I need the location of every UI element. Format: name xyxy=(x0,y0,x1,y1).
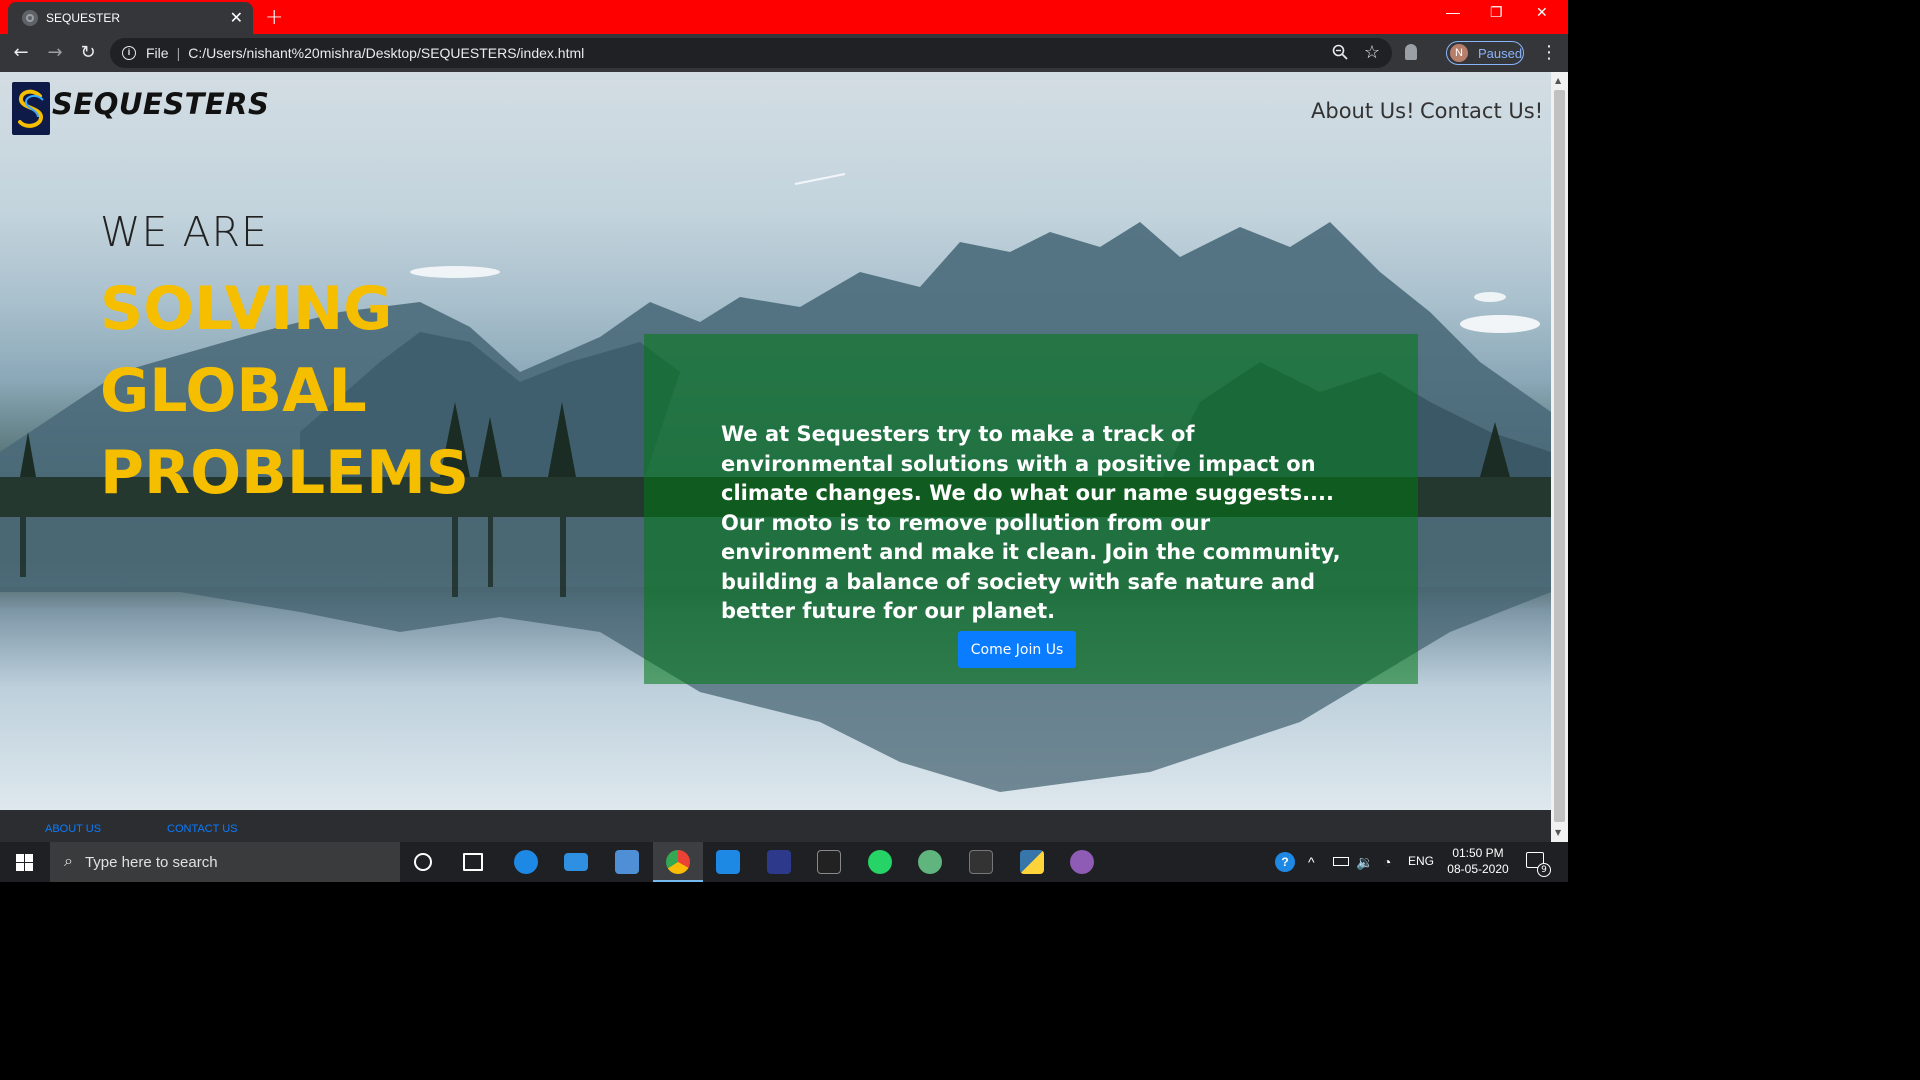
taskbar-search[interactable]: ⌕ Type here to search xyxy=(50,842,400,882)
hero-line-solving: SOLVING xyxy=(100,274,393,344)
battery-icon[interactable] xyxy=(1333,857,1349,866)
atom-icon[interactable] xyxy=(918,850,942,874)
page-viewport: SEQUESTERS About Us! Contact Us! WE ARE … xyxy=(0,72,1551,842)
language-indicator[interactable]: ENG xyxy=(1408,854,1434,868)
notification-count: 9 xyxy=(1537,863,1551,877)
page-scrollbar[interactable]: ▲ ▼ xyxy=(1551,72,1568,842)
scrollbar-thumb[interactable] xyxy=(1554,90,1565,822)
footer-about-us-link[interactable]: ABOUT US xyxy=(45,823,101,835)
terminal-icon[interactable] xyxy=(817,850,841,874)
nav-contact-us[interactable]: Contact Us! xyxy=(1420,99,1543,123)
page-footer: ABOUT US CONTACT US xyxy=(0,810,1551,842)
task-view-icon[interactable] xyxy=(463,853,483,871)
window-close-icon[interactable]: ✕ xyxy=(1536,4,1548,21)
edge-icon[interactable] xyxy=(514,850,538,874)
windows-start-icon[interactable] xyxy=(16,854,33,871)
windows-taskbar: ⌕ Type here to search ? ^ 🔉 ◔ ENG 01:50 … xyxy=(0,842,1568,882)
hero-line-problems: PROBLEMS xyxy=(100,438,470,508)
hero-we-are: WE ARE xyxy=(100,208,268,256)
browser-menu-icon[interactable]: ⋮ xyxy=(1540,42,1558,63)
clock-time: 01:50 PM xyxy=(1452,846,1504,860)
footer-contact-us-link[interactable]: CONTACT US xyxy=(167,823,238,835)
hero-headline: SOLVING GLOBAL PROBLEMS xyxy=(100,268,469,514)
come-join-us-button[interactable]: Come Join Us xyxy=(958,631,1076,668)
scroll-up-icon[interactable]: ▲ xyxy=(1555,76,1561,85)
extension-icon[interactable] xyxy=(1405,44,1417,60)
vscode-icon[interactable] xyxy=(716,850,740,874)
search-icon: ⌕ xyxy=(64,853,73,870)
forward-arrow-icon[interactable]: → xyxy=(44,42,66,64)
reload-icon[interactable]: ↻ xyxy=(77,42,99,64)
clock-date: 08-05-2020 xyxy=(1447,862,1509,876)
address-url[interactable]: C:/Users/nishant%20mishra/Desktop/SEQUES… xyxy=(188,45,584,61)
hero-line-global: GLOBAL xyxy=(100,356,367,426)
sequesters-logo[interactable] xyxy=(12,82,50,135)
help-icon[interactable]: ? xyxy=(1275,852,1295,872)
browser-tab[interactable]: SEQUESTER ✕ xyxy=(8,2,253,34)
profile-button[interactable]: N Paused xyxy=(1446,41,1524,65)
chevron-up-icon[interactable]: ^ xyxy=(1308,854,1315,870)
nav-about-us[interactable]: About Us! xyxy=(1311,99,1415,123)
tab-title: SEQUESTER xyxy=(46,11,121,25)
info-icon[interactable]: i xyxy=(122,46,136,60)
new-tab-button[interactable]: + xyxy=(265,5,283,30)
file-explorer-icon[interactable] xyxy=(615,850,639,874)
zoom-icon[interactable] xyxy=(1332,44,1348,63)
whatsapp-icon[interactable] xyxy=(868,850,892,874)
taskbar-search-placeholder: Type here to search xyxy=(84,853,218,871)
wifi-icon[interactable]: ◔ xyxy=(1383,854,1391,870)
tab-close-icon[interactable]: ✕ xyxy=(230,8,243,27)
minimize-icon[interactable]: — xyxy=(1446,4,1460,20)
mission-text: We at Sequesters try to make a track of … xyxy=(721,422,1341,623)
dev-cpp-icon[interactable] xyxy=(767,850,791,874)
back-arrow-icon[interactable]: ← xyxy=(10,42,32,64)
address-scheme: File xyxy=(146,45,169,61)
github-icon[interactable] xyxy=(1070,850,1094,874)
browser-toolbar: ← → ↻ i File | C:/Users/nishant%20mishra… xyxy=(0,34,1568,72)
brand-name[interactable]: SEQUESTERS xyxy=(52,87,269,121)
profile-status: Paused xyxy=(1478,45,1523,61)
mysql-icon[interactable] xyxy=(969,850,993,874)
python-icon[interactable] xyxy=(1020,850,1044,874)
chrome-icon[interactable] xyxy=(666,850,690,874)
address-bar[interactable]: i File | C:/Users/nishant%20mishra/Deskt… xyxy=(110,38,1392,68)
mail-icon[interactable] xyxy=(564,853,588,871)
bookmark-star-icon[interactable]: ☆ xyxy=(1364,42,1380,63)
address-separator: | xyxy=(176,45,181,61)
restore-icon[interactable]: ❐ xyxy=(1490,4,1503,21)
cortana-icon[interactable] xyxy=(414,853,432,871)
taskbar-clock[interactable]: 01:50 PM 08-05-2020 xyxy=(1440,845,1516,877)
avatar: N xyxy=(1450,44,1468,62)
browser-titlebar: SEQUESTER ✕ + — ❐ ✕ xyxy=(0,0,1568,34)
globe-icon xyxy=(22,10,38,26)
scroll-down-icon[interactable]: ▼ xyxy=(1555,828,1561,837)
volume-icon[interactable]: 🔉 xyxy=(1356,854,1373,871)
mission-panel: We at Sequesters try to make a track of … xyxy=(644,334,1418,684)
